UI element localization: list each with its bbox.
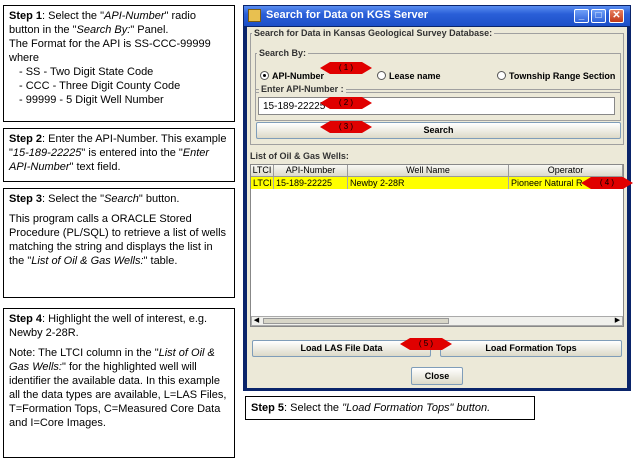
load-formation-tops-button[interactable]: Load Formation Tops — [440, 340, 622, 357]
callout-4: ( 4 ) — [581, 177, 633, 189]
radio-township-range-section[interactable]: Township Range Section — [497, 71, 615, 81]
wells-table: LTCI API-Number Well Name Operator LTCI … — [250, 164, 624, 327]
search-button[interactable]: Search — [256, 122, 621, 139]
window-title: Search for Data on KGS Server — [266, 9, 429, 21]
scrollbar-thumb[interactable] — [263, 318, 449, 324]
column-header-operator[interactable]: Operator — [509, 165, 623, 177]
app-icon — [248, 9, 261, 22]
table-row[interactable]: LTCI 15-189-22225 Newby 2-28R Pioneer Na… — [251, 177, 623, 189]
step-4-text: Step 4: Highlight the well of interest, … — [9, 313, 208, 339]
step-1-format: The Format for the API is SS-CCC-99999 w… — [9, 38, 211, 64]
step-5-box: Step 5: Select the "Load Formation Tops"… — [245, 396, 535, 420]
callout-2: ( 2 ) — [320, 97, 372, 109]
step-3-description: This program calls a ORACLE Stored Proce… — [9, 213, 227, 267]
cell-well-name[interactable]: Newby 2-28R — [348, 177, 509, 189]
column-header-well-name[interactable]: Well Name — [348, 165, 509, 177]
step-3-text: Step 3: Select the "Search" button. — [9, 193, 180, 205]
step-4-box: Step 4: Highlight the well of interest, … — [3, 308, 235, 458]
step-4-note: Note: The LTCI column in the "List of Oi… — [9, 347, 227, 429]
step-1-text: Step 1: Select the "API-Number" radio bu… — [9, 10, 196, 36]
step-3-box: Step 3: Select the "Search" button. This… — [3, 188, 235, 298]
cell-api-number[interactable]: 15-189-22225 — [274, 177, 348, 189]
horizontal-scrollbar[interactable]: ◀ ▶ — [251, 316, 623, 326]
callout-1: ( 1 ) — [320, 62, 372, 74]
radio-selected-icon — [260, 71, 269, 80]
maximize-button[interactable]: □ — [591, 9, 606, 23]
step-2-box: Step 2: Enter the API-Number. This examp… — [3, 128, 235, 182]
step-1-item: - 99999 - 5 Digit Well Number — [19, 94, 164, 106]
callout-5: ( 5 ) — [400, 338, 452, 350]
search-database-label: Search for Data in Kansas Geological Sur… — [252, 28, 495, 38]
callout-3: ( 3 ) — [320, 121, 372, 133]
api-number-field[interactable] — [258, 97, 615, 115]
step-1-box: Step 1: Select the "API-Number" radio bu… — [3, 5, 235, 122]
radio-unselected-icon — [377, 71, 386, 80]
radio-api-number[interactable]: API-Number — [260, 71, 324, 81]
step-2-text: Step 2: Enter the API-Number. This examp… — [9, 133, 227, 173]
column-header-ltci[interactable]: LTCI — [251, 165, 274, 177]
window-client-area: Search for Data in Kansas Geological Sur… — [247, 27, 627, 388]
step-5-text: Step 5: Select the "Load Formation Tops"… — [251, 402, 491, 414]
minimize-button[interactable]: _ — [574, 9, 589, 23]
wells-table-header: LTCI API-Number Well Name Operator — [251, 165, 623, 177]
scroll-left-icon[interactable]: ◀ — [252, 317, 261, 325]
radio-lease-name[interactable]: Lease name — [377, 71, 441, 81]
close-window-button[interactable]: ✕ — [609, 9, 624, 23]
radio-unselected-icon — [497, 71, 506, 80]
close-button[interactable]: Close — [411, 367, 463, 385]
search-by-label: Search By: — [257, 48, 309, 58]
step-1-item: - CCC - Three Digit County Code — [19, 80, 181, 92]
api-number-label: Enter API-Number : — [259, 84, 346, 94]
wells-list-label: List of Oil & Gas Wells: — [250, 151, 349, 161]
column-header-api-number[interactable]: API-Number — [274, 165, 348, 177]
step-1-item: - SS - Two Digit State Code — [19, 66, 154, 78]
scroll-right-icon[interactable]: ▶ — [613, 317, 622, 325]
title-bar[interactable]: Search for Data on KGS Server _ □ ✕ — [244, 6, 630, 26]
cell-ltci[interactable]: LTCI — [251, 177, 274, 189]
kgs-search-window: Search for Data on KGS Server _ □ ✕ Sear… — [243, 5, 631, 391]
